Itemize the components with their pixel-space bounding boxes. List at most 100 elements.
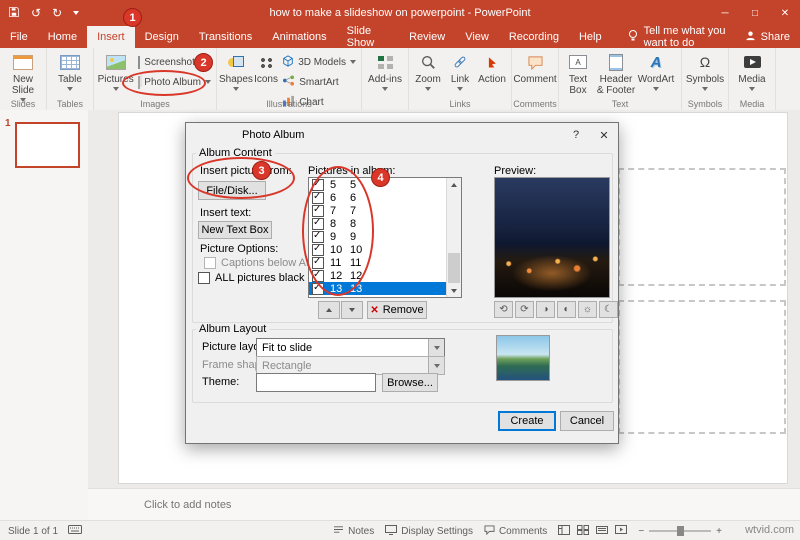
scrollbar-thumb[interactable] [448,253,460,283]
content-placeholder-top[interactable] [618,168,786,286]
scroll-up-icon[interactable] [447,178,461,191]
wordart-button[interactable]: A WordArt [637,51,675,91]
captions-checkbox-box[interactable] [204,257,216,269]
action-button[interactable]: Action [475,51,509,85]
header-footer-button[interactable]: Header & Footer [595,51,637,96]
comments-toggle[interactable]: Comments [484,524,547,538]
dialog-title-bar[interactable]: Photo Album ? ✕ [186,123,618,147]
frame-shape-value: Rectangle [262,359,312,372]
symbols-icon: Ω [699,54,711,70]
contrast-down-icon[interactable]: ◐ [557,301,576,318]
screenshot-icon [138,55,141,69]
list-scrollbar[interactable] [446,178,461,297]
zoom-button[interactable]: Zoom [411,51,445,91]
cancel-button[interactable]: Cancel [560,411,614,431]
content-placeholder-bottom[interactable] [618,300,786,434]
media-icon [743,52,761,72]
media-button[interactable]: Media [731,51,773,91]
zoom-slider[interactable] [649,526,712,536]
tab-insert[interactable]: Insert [87,26,135,48]
maximize-button[interactable]: □ [740,0,770,26]
zoom-in-icon[interactable]: + [716,526,722,537]
tab-help[interactable]: Help [569,26,612,48]
slide-thumbnail[interactable] [15,122,80,168]
shapes-label: Shapes [219,74,253,85]
tab-home[interactable]: Home [38,26,87,48]
tab-slide-show[interactable]: Slide Show [337,25,399,49]
picture-options-label: Picture Options: [200,243,279,255]
keyboard-icon[interactable] [68,525,83,537]
zoom-label: Zoom [415,74,441,85]
list-item: 1010 [309,243,461,256]
table-label: Table [58,74,82,85]
group-label-slides: Slides [10,99,36,109]
ribbon-group-media: Media Media [729,48,776,110]
reading-view-icon[interactable] [596,525,609,538]
pictures-button[interactable]: Pictures [96,51,135,91]
picture-layout-select[interactable]: Fit to slide [256,338,445,357]
normal-view-icon[interactable] [558,524,571,538]
dropdown-icon[interactable] [428,357,444,374]
comment-button[interactable]: Comment [513,51,557,85]
link-button[interactable]: Link [445,51,475,91]
close-button[interactable]: ✕ [770,0,800,26]
black-white-checkbox-box[interactable] [198,272,210,284]
smartart-button[interactable]: SmartArt [279,74,359,90]
window-controls: ─ □ ✕ [710,0,800,26]
screenshot-label: Screenshot [144,56,195,68]
browse-button[interactable]: Browse... [382,373,438,392]
minimize-button[interactable]: ─ [710,0,740,26]
tab-file[interactable]: File [0,26,38,48]
pictures-listbox[interactable]: 55 66 77 88 99 1010 1111 1212 1313 [308,177,462,298]
wordart-label: WordArt [637,74,675,85]
theme-input[interactable] [256,373,376,392]
new-text-box-button[interactable]: New Text Box [198,221,272,239]
tab-transitions[interactable]: Transitions [189,26,262,48]
group-label-images: Images [140,99,170,109]
tab-animations[interactable]: Animations [262,26,336,48]
share-button[interactable]: Share [745,26,790,48]
icons-button[interactable]: Icons [253,51,279,85]
photo-album-button[interactable]: Photo Album [135,74,214,90]
rotate-right-icon[interactable]: ⟳ [515,301,534,318]
rotate-left-icon[interactable]: ⟲ [494,301,513,318]
slideshow-view-icon[interactable] [615,524,628,538]
3d-models-button[interactable]: 3D Models [279,54,359,70]
file-disk-button[interactable]: File/Disk... [198,181,266,200]
remove-button[interactable]: ✕ Remove [367,301,427,319]
tell-me-box[interactable]: Tell me what you want to do [628,25,745,49]
comment-label: Comment [513,74,557,85]
tab-review[interactable]: Review [399,26,455,48]
new-slide-button[interactable]: New Slide [2,51,44,102]
display-settings-button[interactable]: Display Settings [385,524,473,538]
dropdown-icon[interactable] [428,339,444,356]
notes-pane[interactable]: Click to add notes [88,488,800,521]
zoom-out-icon[interactable]: − [638,526,644,537]
brightness-down-icon[interactable]: ☾ [599,301,618,318]
dialog-help-button[interactable]: ? [562,124,590,146]
tab-design[interactable]: Design [135,26,189,48]
link-icon [452,52,468,72]
slide-sorter-view-icon[interactable] [577,524,590,538]
insert-picture-from-label: Insert picture from: [200,165,292,177]
shapes-button[interactable]: Shapes [219,51,253,91]
add-ins-button[interactable]: Add-ins [364,51,406,91]
theme-preview-image [496,335,550,381]
create-button[interactable]: Create [498,411,556,431]
group-label-illustrations: Illustrations [266,99,312,109]
scroll-down-icon[interactable] [447,284,461,297]
tab-recording[interactable]: Recording [499,26,569,48]
symbols-button[interactable]: Ω Symbols [684,51,726,91]
notes-toggle[interactable]: Notes [333,525,374,537]
dialog-close-button[interactable]: ✕ [590,124,618,146]
table-button[interactable]: Table [49,51,91,91]
text-box-button[interactable]: A Text Box [561,51,595,96]
notes-toggle-label: Notes [348,525,375,537]
move-up-button[interactable] [318,301,340,319]
ribbon-group-addins: Add-ins [362,48,409,110]
brightness-up-icon[interactable]: ☼ [578,301,597,318]
move-down-button[interactable] [341,301,363,319]
contrast-up-icon[interactable]: ◑ [536,301,555,318]
ribbon-group-illustrations: Shapes Icons 3D Models SmartArt Chart Il… [217,48,362,110]
tab-view[interactable]: View [455,26,499,48]
